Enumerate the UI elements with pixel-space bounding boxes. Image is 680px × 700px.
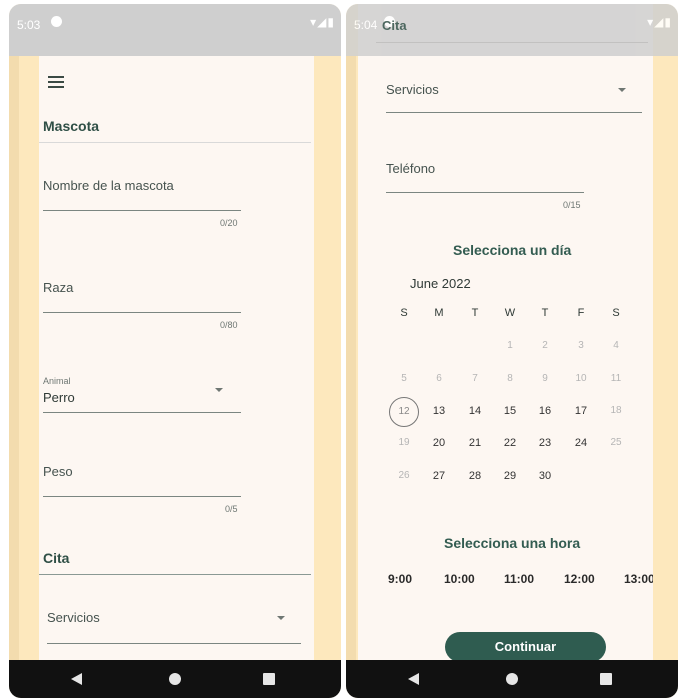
chevron-down-icon[interactable] — [215, 388, 223, 392]
section-title-mascota: Mascota — [43, 118, 100, 134]
back-icon[interactable] — [71, 673, 82, 685]
field-underline — [43, 210, 241, 211]
calendar-day[interactable]: 14 — [460, 401, 490, 421]
chevron-down-icon[interactable] — [618, 88, 626, 92]
time-slot[interactable]: 13:00 — [624, 572, 653, 586]
calendar-day: 12 — [389, 397, 419, 427]
calendar-day[interactable]: 29 — [495, 466, 525, 486]
calendar-day[interactable]: 13 — [424, 401, 454, 421]
app-notification-icon — [51, 16, 62, 27]
calendar-day: 4 — [613, 340, 619, 351]
time-slot[interactable]: 10:00 — [444, 572, 475, 586]
wifi-battery-icon: ▾◢▮ — [310, 15, 335, 29]
status-time: 5:04 — [354, 18, 378, 32]
time-slot[interactable]: 9:00 — [388, 572, 412, 586]
animal-select[interactable]: Perro — [43, 390, 75, 405]
navigation-bar — [9, 660, 341, 698]
phone-screen-right: Servicios Teléfono 0/15 Selecciona un dí… — [346, 4, 678, 698]
recents-icon[interactable] — [263, 673, 275, 685]
calendar-day[interactable]: 20 — [424, 433, 454, 453]
calendar-day: 5 — [401, 373, 407, 384]
breed-counter: 0/80 — [220, 320, 238, 330]
status-bar: 5:03 ▾◢▮ — [9, 4, 341, 56]
field-underline — [43, 312, 241, 313]
time-slot[interactable]: 11:00 — [504, 572, 534, 586]
calendar-weekday: F — [577, 307, 585, 319]
calendar-day[interactable]: 23 — [530, 433, 560, 453]
calendar-day: 3 — [578, 340, 584, 351]
time-slot[interactable]: 12:00 — [564, 572, 595, 586]
breed-field[interactable]: Raza — [43, 280, 73, 295]
section-title-cita: Cita — [43, 550, 70, 566]
hour-heading: Selecciona una hora — [444, 535, 581, 551]
continue-button[interactable]: Continuar — [445, 632, 606, 660]
pet-name-field[interactable]: Nombre de la mascota — [43, 178, 174, 193]
calendar-weekday: S — [612, 307, 620, 319]
calendar-day: 9 — [542, 373, 548, 384]
divider — [39, 142, 311, 143]
field-underline — [386, 192, 584, 193]
calendar-day: 8 — [507, 373, 513, 384]
calendar-day: 10 — [575, 373, 587, 384]
section-title-cita: Cita — [382, 18, 407, 33]
calendar-day: 6 — [436, 373, 442, 384]
field-underline — [43, 412, 241, 413]
calendar-day[interactable]: 30 — [530, 466, 560, 486]
navigation-bar — [346, 660, 678, 698]
calendar-day: 1 — [507, 340, 513, 351]
calendar-day: 26 — [398, 470, 410, 481]
field-underline — [43, 496, 241, 497]
divider — [376, 42, 648, 43]
form-content: Mascota Nombre de la mascota 0/20 Raza 0… — [39, 56, 314, 660]
menu-icon[interactable] — [48, 76, 64, 91]
background-decoration — [9, 56, 19, 660]
field-underline — [386, 112, 642, 113]
calendar-day: 2 — [542, 340, 548, 351]
services-select[interactable]: Servicios — [47, 610, 100, 625]
services-select[interactable]: Servicios — [386, 82, 439, 97]
calendar-day[interactable]: 28 — [460, 466, 490, 486]
calendar-day: 18 — [610, 405, 622, 416]
calendar-day[interactable]: 15 — [495, 401, 525, 421]
calendar-day: 11 — [610, 373, 622, 384]
calendar-day: 7 — [472, 373, 478, 384]
calendar-day: 25 — [610, 437, 622, 448]
calendar-weekday: S — [400, 307, 408, 319]
home-icon[interactable] — [506, 673, 518, 685]
weight-counter: 0/5 — [225, 504, 238, 514]
calendar-day[interactable]: 17 — [566, 401, 596, 421]
animal-label: Animal — [43, 376, 71, 386]
calendar-weekday: T — [471, 307, 479, 319]
home-icon[interactable] — [169, 673, 181, 685]
field-underline — [47, 643, 301, 644]
status-time: 5:03 — [17, 18, 41, 32]
calendar-day[interactable]: 22 — [495, 433, 525, 453]
phone-counter: 0/15 — [563, 200, 581, 210]
status-bar: 5:04 Cita ▾◢▮ — [346, 4, 678, 56]
calendar-weekday: M — [434, 307, 444, 319]
phone-field[interactable]: Teléfono — [386, 161, 435, 176]
calendar-weekday: T — [541, 307, 549, 319]
calendar-day: 19 — [398, 437, 410, 448]
back-icon[interactable] — [408, 673, 419, 685]
calendar-day[interactable]: 27 — [424, 466, 454, 486]
calendar-month: June 2022 — [410, 276, 471, 291]
wifi-battery-icon: ▾◢▮ — [647, 15, 672, 29]
weight-field[interactable]: Peso — [43, 464, 73, 479]
appointment-content: Servicios Teléfono 0/15 Selecciona un dí… — [358, 4, 653, 660]
calendar-weekday: W — [504, 307, 516, 319]
calendar-day[interactable]: 24 — [566, 433, 596, 453]
calendar-day[interactable]: 16 — [530, 401, 560, 421]
day-heading: Selecciona un día — [453, 242, 572, 258]
background-decoration — [346, 56, 356, 660]
pet-name-counter: 0/20 — [220, 218, 238, 228]
phone-screen-left: 5:03 ▾◢▮ Mascota Nombre de la mascota 0/… — [9, 4, 341, 698]
divider — [39, 574, 311, 575]
recents-icon[interactable] — [600, 673, 612, 685]
calendar-day[interactable]: 21 — [460, 433, 490, 453]
chevron-down-icon[interactable] — [277, 616, 285, 620]
